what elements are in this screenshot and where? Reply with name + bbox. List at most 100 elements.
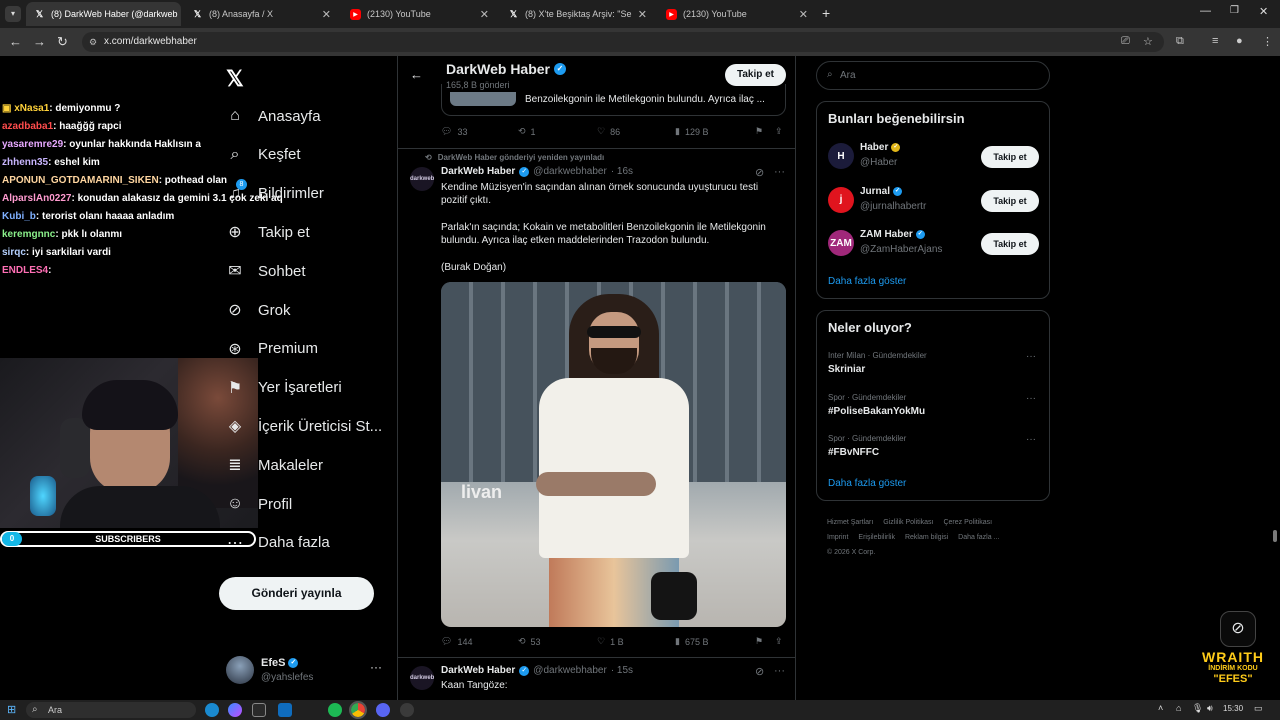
footer-link[interactable]: Daha fazla ... [958,534,999,541]
nav-item-bell[interactable]: ♫ 8 Bildirimler [226,178,324,206]
share-icon[interactable]: ⇪ [775,636,783,647]
repost-button[interactable]: ⟲ 1 [518,126,536,137]
forward-icon[interactable]: → [33,34,46,49]
close-tab-icon[interactable]: ✕ [638,8,647,21]
minimize-icon[interactable]: — [1200,5,1211,17]
back-arrow-icon[interactable]: ← [410,67,423,82]
edge-icon[interactable] [205,703,219,717]
browser-tab-2[interactable]: 𝕏 (8) Anasayfa / X ✕ [184,2,339,26]
author-avatar[interactable]: darkweb [410,167,434,191]
outlook-icon[interactable] [278,703,292,717]
author-name[interactable]: DarkWeb Haber [441,166,515,177]
follow-button[interactable]: Takip et [981,189,1039,212]
grok-float-button[interactable]: ⊘ [1220,611,1256,647]
close-tab-icon[interactable]: ✕ [480,8,489,21]
like-button[interactable]: ♡ 1 B [597,636,624,647]
show-more-link[interactable]: Daha fazla göster [828,276,906,287]
follow-button[interactable]: Takip et [981,146,1039,168]
reload-icon[interactable]: ↻ [57,34,68,50]
browser-tab-4[interactable]: 𝕏 (8) X'te Beşiktaş Arşiv: "Sergen Y ✕ [500,2,655,26]
reading-list-icon[interactable]: ≡ [1212,35,1218,47]
windows-start-icon[interactable]: ⊞ [7,703,16,716]
trend-item[interactable]: Inter Milan · Gündemdekiler Skriniar ··· [828,351,1040,381]
like-button[interactable]: ♡ 86 [597,126,620,137]
repost-button[interactable]: ⟲ 53 [518,636,541,647]
discord-icon[interactable] [376,703,390,717]
trend-item[interactable]: Spor · Gündemdekiler #PoliseBakanYokMu ··· [828,393,1040,423]
close-tab-icon[interactable]: ✕ [799,8,808,21]
notifications-icon[interactable]: ▭ [1254,703,1263,714]
author-avatar[interactable]: darkweb [410,666,434,690]
author-handle[interactable]: @darkwebhaber [533,166,607,177]
tab-list-button[interactable]: ▾ [5,6,21,22]
nav-item-more[interactable]: ⋯ Daha fazla [226,531,330,555]
back-icon[interactable]: ← [9,34,22,49]
install-app-icon[interactable]: ⎚ [1121,35,1130,48]
more-options-icon[interactable]: ··· [370,660,382,674]
nav-item-mail[interactable]: ✉ Sohbet [226,259,305,283]
close-tab-icon[interactable]: ✕ [322,8,331,21]
restore-icon[interactable]: ❐ [1230,5,1239,16]
views-button[interactable]: ▮ 675 B [675,636,708,647]
browser-tab-5[interactable]: ▶ (2130) YouTube ✕ [658,2,816,26]
page-scrollbar[interactable] [1272,60,1278,696]
reply-button[interactable]: 💬︎ 144 [441,636,472,647]
post-time[interactable]: · 16s [611,166,633,177]
reply-button[interactable]: 💬︎ 33 [441,126,467,137]
bookmark-star-icon[interactable]: ☆ [1143,35,1153,48]
more-options-icon[interactable]: ··· [774,665,785,677]
nav-item-studio[interactable]: ◈ İçerik Üreticisi St... [226,414,382,438]
nav-item-follow[interactable]: ⊕ Takip et [226,220,309,244]
profile-avatar-icon[interactable]: ● [1236,35,1243,47]
clock[interactable]: 15:30 [1223,704,1243,713]
post-time[interactable]: · 15s [611,665,633,676]
nav-item-articles[interactable]: ≣ Makaleler [226,453,323,477]
tray-chevron-icon[interactable]: ˄ [1158,703,1163,713]
nav-item-grok[interactable]: ⊘ Grok [226,298,290,322]
footer-link[interactable]: Imprint [827,534,848,541]
more-options-icon[interactable]: ··· [1026,434,1036,445]
more-options-icon[interactable]: ··· [1026,351,1036,362]
search-box[interactable]: ⌕ Ara [816,61,1050,90]
post-image[interactable]: livan [441,282,786,627]
browser-tab-1[interactable]: 𝕏 (8) DarkWeb Haber (@darkweb ✕ [26,2,181,26]
network-icon[interactable]: ⌂ [1176,703,1181,713]
microphone-icon[interactable]: 🎙︎ [1192,703,1203,714]
browser-menu-icon[interactable]: ⋮ [1262,35,1273,48]
nav-item-premium[interactable]: ⊛ Premium [226,337,318,361]
views-button[interactable]: ▮ 129 B [675,126,708,137]
suggestion-item[interactable]: ZAM ZAM Haber ✓ @ZamHaberAjans Takip et [828,229,1040,259]
close-window-icon[interactable]: ✕ [1259,5,1268,18]
footer-link[interactable]: Erişilebilirlik [858,534,895,541]
chrome-icon[interactable] [349,701,367,719]
more-options-icon[interactable]: ··· [774,166,785,178]
copilot-icon[interactable] [228,703,242,717]
new-tab-button[interactable]: + [822,5,830,21]
nav-item-home[interactable]: ⌂ Anasayfa [226,104,320,128]
extensions-icon[interactable]: ⧉ [1176,35,1184,48]
x-logo-icon[interactable]: 𝕏 [226,66,244,92]
site-info-icon[interactable]: ⚙ [89,32,97,52]
follow-button[interactable]: Takip et [725,64,786,86]
more-options-icon[interactable]: ··· [1026,393,1036,404]
taskbar-search[interactable]: ⌕ Ara [26,702,196,718]
author-handle[interactable]: @darkwebhaber [533,665,607,676]
store-icon[interactable] [252,703,266,717]
footer-link[interactable]: Gizlilik Politikası [883,519,933,526]
spotify-icon[interactable] [328,703,342,717]
grok-icon[interactable]: ⊘ [755,166,764,179]
bookmark-icon[interactable]: ⚑ [755,126,763,137]
url-field[interactable]: ⚙ x.com/darkwebhaber [82,32,1164,52]
nav-item-bookmark[interactable]: ⚑ Yer İşaretleri [226,376,342,400]
author-name[interactable]: DarkWeb Haber [441,665,515,676]
footer-link[interactable]: Reklam bilgisi [905,534,948,541]
volume-icon[interactable]: 🔊︎ [1207,703,1213,714]
trend-item[interactable]: Spor · Gündemdekiler #FBvNFFC ··· [828,434,1040,464]
steam-icon[interactable] [400,703,414,717]
suggestion-item[interactable]: H Haber ✓ @Haber Takip et [828,142,1040,172]
show-more-link[interactable]: Daha fazla göster [828,478,906,489]
suggestion-item[interactable]: j Jurnal ✓ @jurnalhabertr Takip et [828,186,1040,216]
account-switcher[interactable]: EfeS ✓ @yahslefes ··· [226,656,386,686]
quoted-post-card[interactable]: Benzoilekgonin ile Metilekgonin bulundu.… [441,84,786,116]
nav-item-profile[interactable]: ☺ Profil [226,492,292,516]
